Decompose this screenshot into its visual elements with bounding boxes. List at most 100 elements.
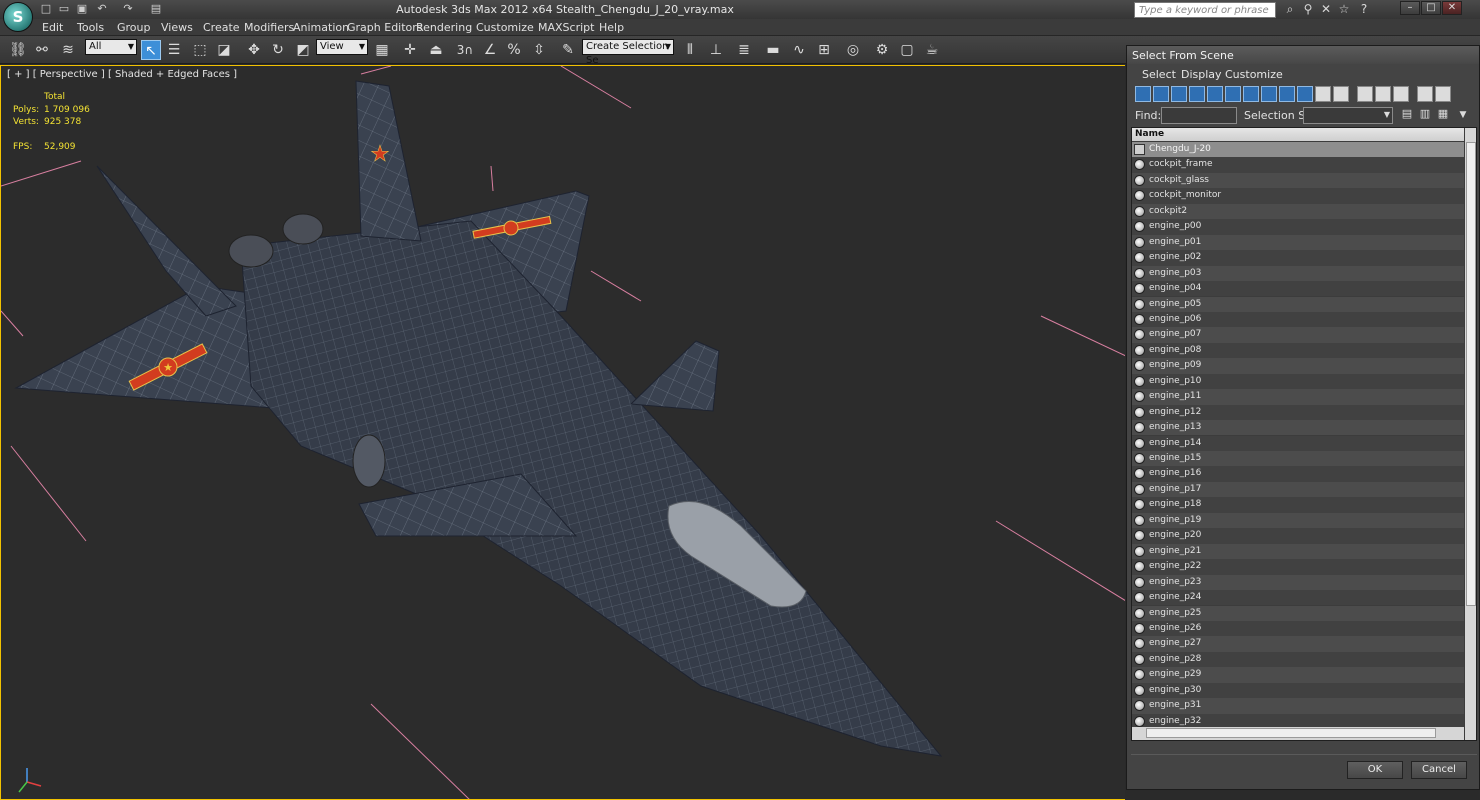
dialog-title[interactable]: Select From Scene [1127, 46, 1479, 64]
dialog-menu-customize[interactable]: Customize [1225, 68, 1283, 81]
app-logo-icon[interactable]: S [3, 2, 33, 32]
angle-snap-icon[interactable]: ∠ [480, 40, 500, 60]
list-item[interactable]: engine_p14 [1132, 435, 1464, 451]
unlink-icon[interactable]: ⚯ [32, 40, 52, 60]
minimize-button[interactable]: – [1400, 1, 1420, 15]
selection-set-dropdown[interactable]: ▼ [1303, 107, 1393, 124]
list-item[interactable]: engine_p16 [1132, 466, 1464, 482]
filter-lights-icon[interactable] [1171, 86, 1187, 102]
subscription-icon[interactable]: ⚲ [1300, 2, 1316, 17]
filter-hidden-icon[interactable] [1333, 86, 1349, 102]
list-item[interactable]: engine_p06 [1132, 311, 1464, 328]
selection-filter-dropdown[interactable]: All ▼ [85, 39, 137, 55]
scale-icon[interactable]: ◩ [293, 40, 313, 60]
pivot-center-icon[interactable]: ▦ [372, 40, 392, 60]
render-setup-icon[interactable]: ⚙ [872, 40, 892, 60]
menu-graph-editors[interactable]: Graph Editors [347, 21, 423, 34]
menu-group[interactable]: Group [117, 21, 151, 34]
edit-named-selection-icon[interactable]: ✎ [558, 40, 578, 60]
maximize-button[interactable]: □ [1421, 1, 1441, 15]
graphite-ribbon-icon[interactable]: ▬ [763, 40, 783, 60]
curve-editor-icon[interactable]: ∿ [789, 40, 809, 60]
search-input[interactable]: Type a keyword or phrase [1134, 2, 1276, 18]
layer-manager-icon[interactable]: ≣ [734, 40, 754, 60]
filter-cameras-icon[interactable] [1189, 86, 1205, 102]
menu-rendering[interactable]: Rendering [416, 21, 472, 34]
material-editor-icon[interactable]: ◎ [843, 40, 863, 60]
spinner-snap-icon[interactable]: ⇳ [529, 40, 549, 60]
select-manipulate-icon[interactable]: ✛ [400, 40, 420, 60]
move-icon[interactable]: ✥ [244, 40, 264, 60]
search-icon[interactable]: ⌕ [1282, 2, 1298, 17]
perspective-viewport[interactable]: [ + ] [ Perspective ] [ Shaded + Edged F… [0, 65, 1125, 800]
list-item[interactable]: engine_p08 [1132, 342, 1464, 359]
display-options-icon[interactable] [1435, 86, 1451, 102]
list-item[interactable]: cockpit_frame [1132, 157, 1464, 173]
scene-object-list[interactable]: Name Chengdu_J-20 cockpit_frame cockpit_gl… [1131, 127, 1477, 741]
list-item[interactable]: engine_p17 [1132, 481, 1464, 498]
list-item[interactable]: engine_p04 [1132, 281, 1464, 297]
list-item[interactable]: engine_p23 [1132, 574, 1464, 590]
bind-space-warp-icon[interactable]: ≋ [58, 40, 78, 60]
snaps-toggle-icon[interactable]: 3∩ [455, 40, 475, 60]
panel-options-arrow-icon[interactable]: ▼ [1457, 109, 1469, 121]
menu-tools[interactable]: Tools [77, 21, 104, 34]
list-item[interactable]: engine_p25 [1132, 605, 1464, 621]
menu-views[interactable]: Views [161, 21, 193, 34]
list-item[interactable]: Chengdu_J-20 [1132, 142, 1464, 158]
list-item[interactable]: engine_p01 [1132, 234, 1464, 251]
cancel-button[interactable]: Cancel [1411, 761, 1467, 779]
list-item[interactable]: engine_p31 [1132, 698, 1464, 714]
list-item[interactable]: engine_p27 [1132, 636, 1464, 652]
render-production-icon[interactable]: ☕ [922, 40, 942, 60]
select-invert-icon[interactable] [1393, 86, 1409, 102]
menu-help[interactable]: Help [599, 21, 624, 34]
list-item[interactable]: engine_p24 [1132, 590, 1464, 606]
filter-helpers-icon[interactable] [1207, 86, 1223, 102]
close-button[interactable]: ✕ [1442, 1, 1462, 15]
window-crossing-icon[interactable]: ◪ [214, 40, 234, 60]
favorites-star-icon[interactable]: ☆ [1336, 2, 1352, 17]
horizontal-scrollbar-thumb[interactable] [1146, 728, 1436, 738]
filter-xrefs-icon[interactable] [1261, 86, 1277, 102]
percent-snap-icon[interactable]: % [504, 40, 524, 60]
align-icon[interactable]: ⊥ [706, 40, 726, 60]
find-input[interactable] [1161, 107, 1237, 124]
menu-maxscript[interactable]: MAXScript [538, 21, 594, 34]
list-item[interactable]: engine_p13 [1132, 420, 1464, 436]
select-none-icon[interactable] [1375, 86, 1391, 102]
named-selection-set-dropdown[interactable]: Create Selection Se ▼ [582, 39, 674, 66]
list-item[interactable]: engine_p00 [1132, 219, 1464, 235]
list-item[interactable]: engine_p07 [1132, 327, 1464, 343]
select-object-icon[interactable]: ↖ [141, 40, 161, 60]
filter-shapes-icon[interactable] [1153, 86, 1169, 102]
filter-geometry-icon[interactable] [1135, 86, 1151, 102]
list-item[interactable]: cockpit_monitor [1132, 188, 1464, 204]
filter-bones-icon[interactable] [1279, 86, 1295, 102]
menu-create[interactable]: Create [203, 21, 240, 34]
vertical-scrollbar-thumb[interactable] [1466, 142, 1476, 606]
list-item[interactable]: engine_p10 [1132, 373, 1464, 390]
list-item[interactable]: engine_p02 [1132, 250, 1464, 266]
list-item[interactable]: engine_p21 [1132, 543, 1464, 560]
save-selection-set-icon[interactable]: ▤ [1399, 106, 1415, 122]
filter-funnel-icon[interactable] [1417, 86, 1433, 102]
rotate-icon[interactable]: ↻ [268, 40, 288, 60]
aircraft-model[interactable]: ★ ★ [1, 66, 1125, 800]
list-item[interactable]: cockpit_glass [1132, 172, 1464, 189]
list-item[interactable]: cockpit2 [1132, 203, 1464, 220]
ok-button[interactable]: OK [1347, 761, 1403, 779]
list-item[interactable]: engine_p29 [1132, 667, 1464, 683]
rectangular-selection-icon[interactable]: ⬚ [190, 40, 210, 60]
rendered-frame-window-icon[interactable]: ▢ [897, 40, 917, 60]
list-item[interactable]: engine_p05 [1132, 296, 1464, 312]
delete-selection-set-icon[interactable]: ▦ [1435, 106, 1451, 122]
menu-modifiers[interactable]: Modifiers [244, 21, 294, 34]
dialog-menu-select[interactable]: Select [1142, 68, 1176, 81]
filter-containers-icon[interactable] [1297, 86, 1313, 102]
name-column-header[interactable]: Name [1132, 128, 1464, 141]
list-item[interactable]: engine_p15 [1132, 451, 1464, 467]
list-item[interactable]: engine_p03 [1132, 265, 1464, 281]
filter-frozen-icon[interactable] [1315, 86, 1331, 102]
list-item[interactable]: engine_p12 [1132, 404, 1464, 421]
